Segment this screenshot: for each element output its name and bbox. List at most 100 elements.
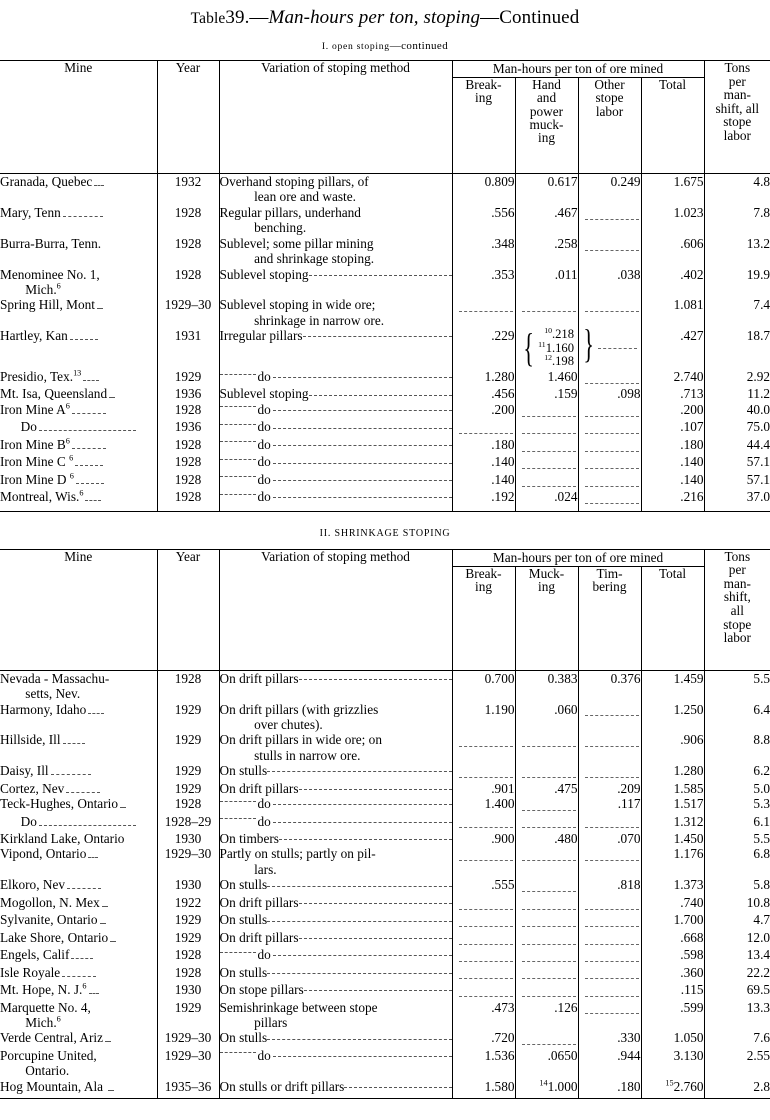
cell-other xyxy=(578,471,642,490)
empty-dash xyxy=(584,477,639,487)
cell-year: 1929 xyxy=(157,369,220,387)
cell-mine: Lake Shore, Ontario xyxy=(0,929,158,948)
cell-tons-per-manshift: 5.0 xyxy=(753,780,770,796)
cell-mucking xyxy=(515,297,579,329)
cell-breaking xyxy=(452,912,516,930)
cell-year: 1929 xyxy=(157,732,220,764)
cell-method: On stulls xyxy=(219,877,453,895)
cell-mine: Marquette No. 4, Mich.6 xyxy=(0,999,158,1031)
cell-mucking: .024 xyxy=(515,489,579,512)
header-tons: Tons per man-shift, all stope labor xyxy=(704,60,770,174)
empty-dash xyxy=(584,241,639,251)
cell-total: 1.450 xyxy=(641,831,705,847)
cell-timbering xyxy=(578,813,642,832)
footnote-marker: 6 xyxy=(69,453,74,463)
method-with-leader: Irregular pillars xyxy=(220,328,452,343)
method-with-leader: On stulls xyxy=(220,763,452,778)
cell-method: do xyxy=(219,419,453,437)
empty-dash xyxy=(521,970,576,980)
cell-mine: Do xyxy=(0,419,158,437)
cell-tons-per-manshift: 6.2 xyxy=(753,763,770,779)
empty-dash xyxy=(521,988,576,997)
header-mucking: Hand and power muck-ing xyxy=(515,77,579,174)
cell-tons-per-manshift: 69.5 xyxy=(746,982,770,998)
cell-timbering: .070 xyxy=(578,831,642,847)
close-brace: } xyxy=(582,321,594,367)
header-other: Other stope labor xyxy=(578,77,642,174)
method-text-continued: pillars xyxy=(254,1015,288,1031)
cell-year: 1922 xyxy=(157,894,220,913)
cell-total: .360 xyxy=(641,964,705,983)
header-row-top: Mine Year Variation of stoping method Man-h… xyxy=(0,549,770,671)
header-breaking: Break-ing xyxy=(452,77,516,174)
cell-mucking xyxy=(515,947,579,965)
cell-total: 152.760 xyxy=(641,1079,705,1099)
header-year: Year xyxy=(157,549,220,671)
cell-year: 1930 xyxy=(157,877,220,895)
cell-breaking: .140 xyxy=(452,471,516,490)
empty-dash xyxy=(584,460,639,470)
cell-mucking xyxy=(515,796,579,814)
cell-method: do xyxy=(219,813,453,832)
cell-method: On drift pillars xyxy=(219,894,453,913)
cell-tons-per-manshift: 6.8 xyxy=(753,846,770,862)
table-row: Daisy, Ill 1929 On stulls 1.280 6.2 xyxy=(0,763,770,781)
empty-dash xyxy=(584,935,639,945)
empty-dash xyxy=(458,900,513,910)
empty-dash xyxy=(458,988,513,997)
cell-timbering: .180 xyxy=(578,1078,642,1099)
header-total: Total xyxy=(641,566,705,671)
empty-dash xyxy=(521,883,576,893)
cell-tons-per-manshift: 13.2 xyxy=(746,235,770,251)
header-mucking: Muck-ing xyxy=(515,566,579,671)
cell-other xyxy=(578,401,642,420)
table-row: Lake Shore, Ontario 1929 On drift pillars.… xyxy=(0,929,770,948)
cell-tons-per-manshift: 5.3 xyxy=(753,796,770,812)
cell-method: On drift pillars xyxy=(219,670,453,702)
cell-timbering: .818 xyxy=(578,877,642,895)
cell-mine: Cortez, Nev xyxy=(0,780,158,797)
cell-breaking xyxy=(452,947,516,965)
method-with-leader: On stope pillars xyxy=(220,982,452,997)
cell-mucking xyxy=(515,732,579,764)
cell-breaking: 1.580 xyxy=(452,1078,516,1099)
empty-dash xyxy=(521,802,576,811)
title-italic: Man-hours per ton, stoping xyxy=(268,7,481,28)
empty-dash xyxy=(521,1036,576,1046)
empty-dash xyxy=(584,819,639,829)
cell-year: 1929 xyxy=(157,763,220,781)
empty-dash xyxy=(521,425,576,435)
header-group-manhours: Man-hours per ton of ore mined xyxy=(452,549,705,567)
cell-mine: Iron Mine B6 xyxy=(0,437,158,455)
table-row: Engels, Calif 1928 do .598 13.4 xyxy=(0,947,770,965)
table-row: Hartley, Kan 1931 Irregular pillars .229{10… xyxy=(0,321,770,369)
cell-breaking xyxy=(452,297,516,329)
cell-method: do xyxy=(219,369,453,387)
empty-dash xyxy=(458,935,513,945)
cell-mucking: 141.000 xyxy=(515,1079,579,1099)
table-row: Iron Mine B6 1928 do .180.180 44.4 xyxy=(0,437,770,455)
cell-total: 1.459 xyxy=(641,670,705,702)
empty-dash xyxy=(584,425,639,435)
cell-mine: Engels, Calif xyxy=(0,947,158,965)
header-mine: Mine xyxy=(0,549,158,671)
cell-mine: Nevada - Massachu-setts, Nev. xyxy=(0,670,158,702)
empty-dash xyxy=(584,407,639,417)
method-with-leader: On drift pillars xyxy=(220,671,452,686)
empty-dash xyxy=(521,935,576,945)
method-text: Semishrinkage between stope xyxy=(219,999,378,1015)
cell-total: 1.700 xyxy=(641,912,705,930)
empty-dash xyxy=(521,769,576,779)
cell-mine: Elkoro, Nev xyxy=(0,877,158,895)
cell-year: 1935–36 xyxy=(157,1078,220,1099)
table-row: Sylvanite, Ontario 1929 On stulls 1.700 4.7 xyxy=(0,912,770,930)
cell-total: 2.740 xyxy=(641,369,705,387)
table-row: Teck-Hughes, Ontario 1928 do 1.400 .117 1.517… xyxy=(0,796,770,814)
empty-dash xyxy=(584,738,639,748)
method-with-leader: On drift pillars xyxy=(220,930,452,945)
table-row: Granada, Quebec 1932 Overhand stoping pill… xyxy=(0,173,770,205)
method-text-continued: lars. xyxy=(254,861,277,877)
cell-breaking: .229 xyxy=(452,328,516,369)
cell-mucking: .475 xyxy=(515,780,579,797)
method-text: Regular pillars, underhand xyxy=(219,204,361,220)
